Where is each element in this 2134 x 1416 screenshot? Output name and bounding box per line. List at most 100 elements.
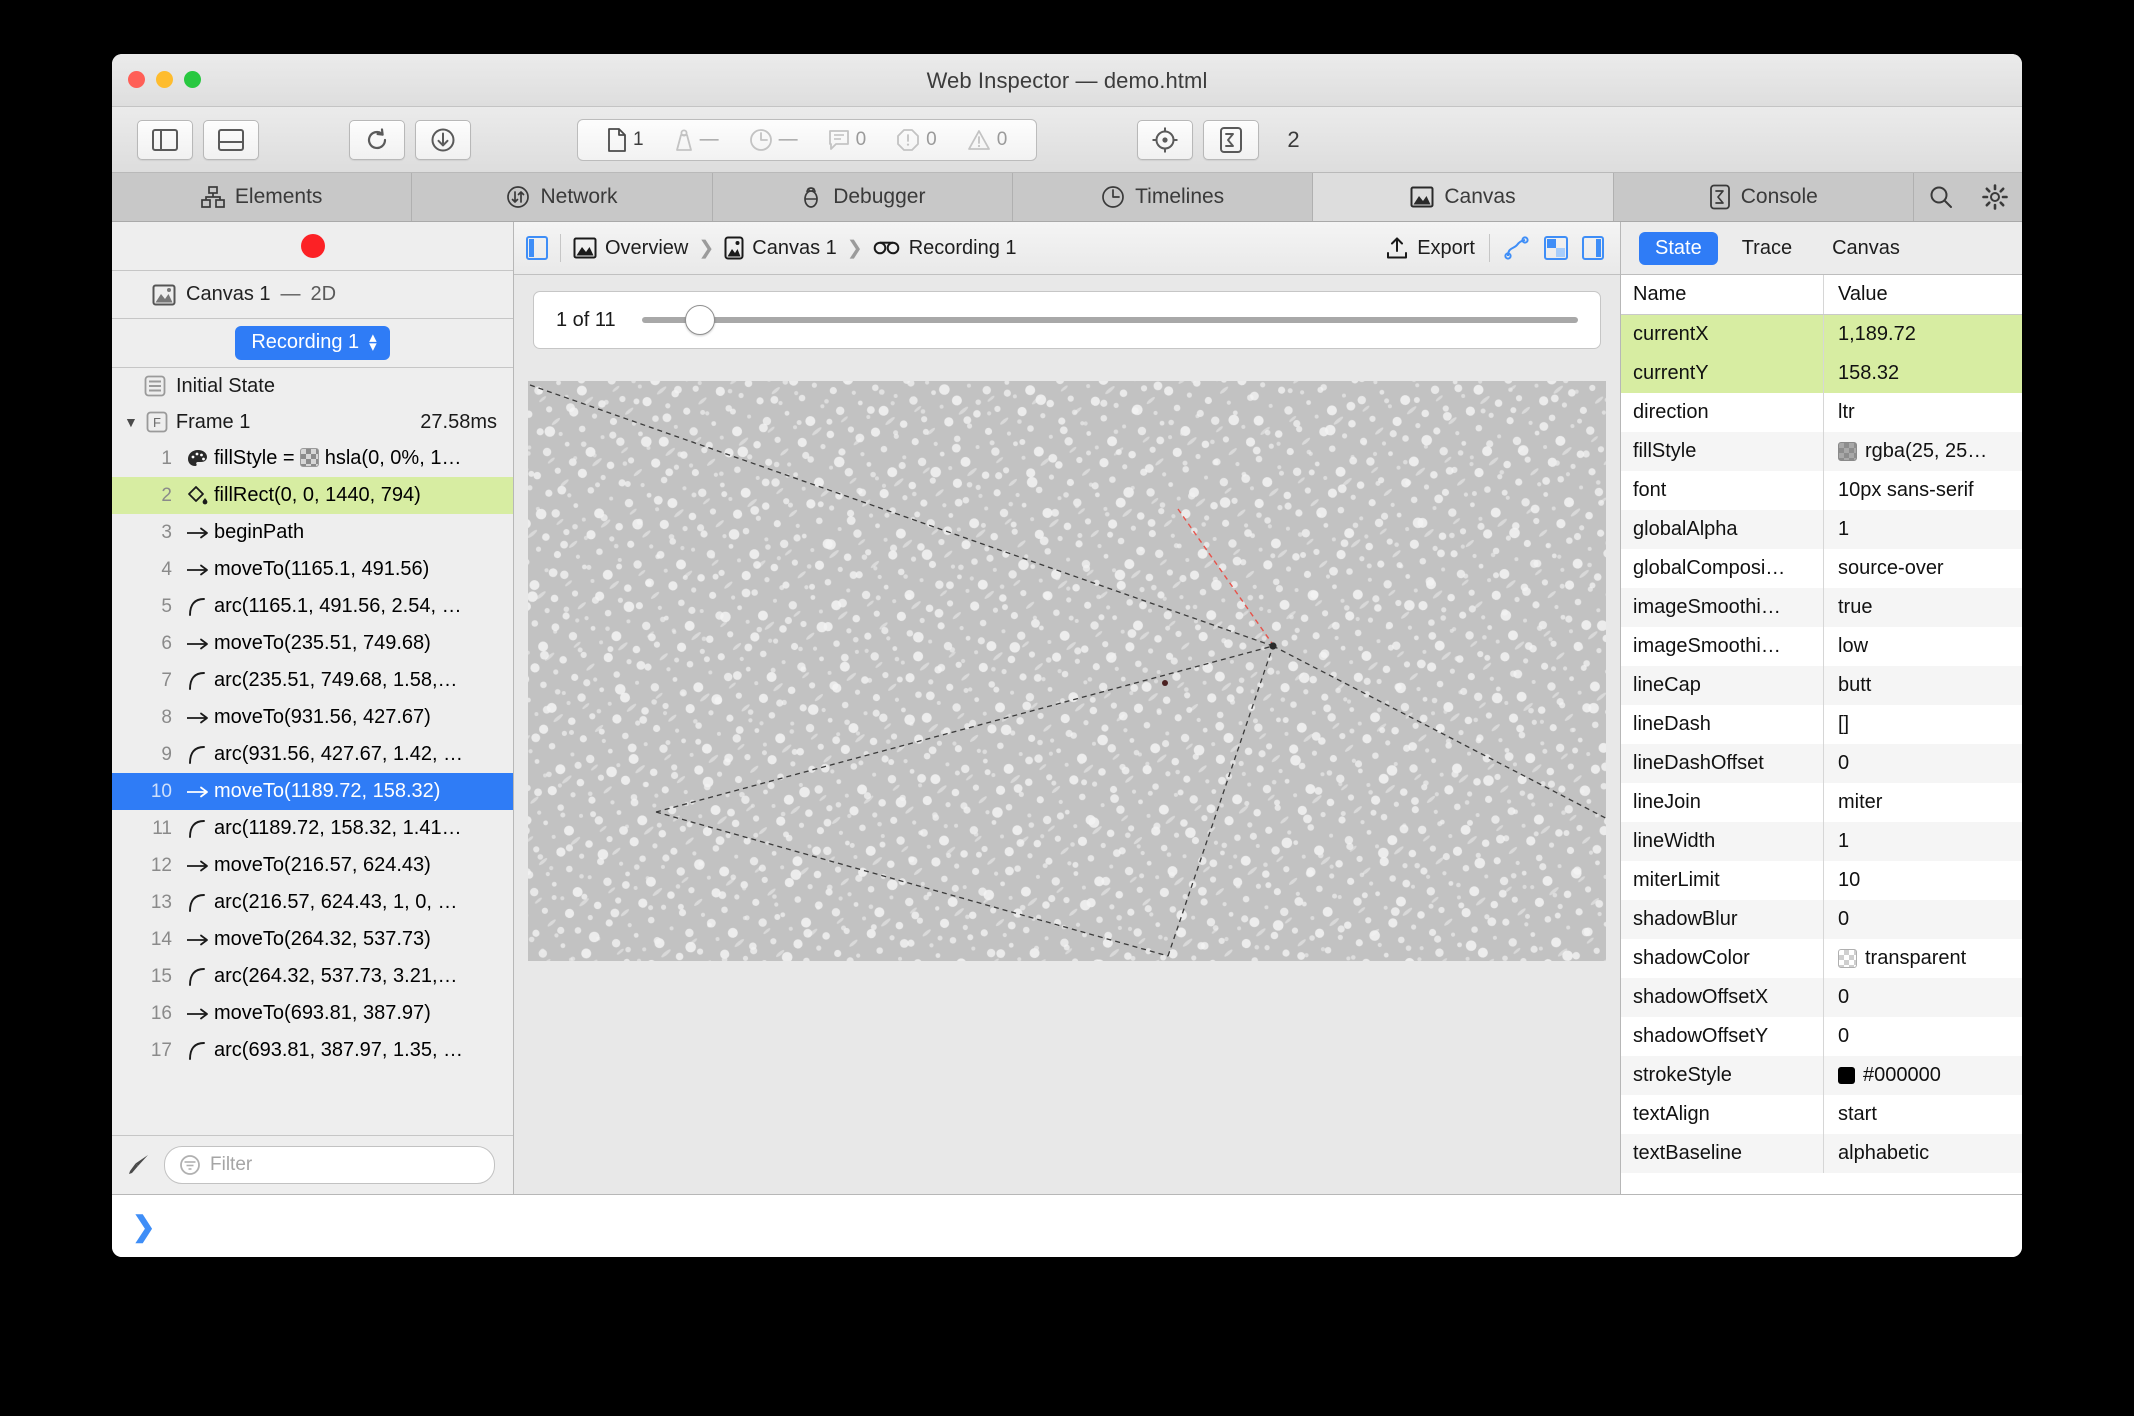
command-row[interactable]: 16 moveTo(693.81, 387.97) [112, 995, 513, 1032]
command-text: arc(235.51, 749.68, 1.58,… [214, 669, 458, 691]
tab-console[interactable]: Console [1613, 173, 1913, 221]
table-row[interactable]: shadowColor transparent [1621, 939, 2022, 978]
table-row[interactable]: direction ltr [1621, 393, 2022, 432]
table-row[interactable]: lineWidth 1 [1621, 822, 2022, 861]
brush-icon[interactable] [126, 1152, 152, 1178]
settings-button[interactable] [1982, 184, 2008, 210]
canvas-content-area: Overview ❯ Canvas 1 ❯ Recording 1 Export… [514, 222, 1620, 1194]
command-row[interactable]: 8 moveTo(931.56, 427.67) [112, 699, 513, 736]
table-row[interactable]: imageSmoothi… low [1621, 627, 2022, 666]
color-swatch [300, 448, 320, 467]
tab-trace[interactable]: Trace [1726, 232, 1808, 265]
table-row[interactable]: globalAlpha 1 [1621, 510, 2022, 549]
command-row[interactable]: 7 arc(235.51, 749.68, 1.58,… [112, 662, 513, 699]
toggle-right-sidebar-button[interactable] [1582, 235, 1604, 261]
canvas-preview[interactable] [528, 381, 1606, 961]
download-page-button[interactable] [415, 119, 471, 160]
tab-canvas[interactable]: Canvas [1313, 173, 1614, 221]
stat-load-time[interactable]: — [734, 128, 813, 152]
command-row[interactable]: 13 arc(216.57, 624.43, 1, 0, … [112, 884, 513, 921]
column-header-value[interactable]: Value [1824, 275, 2022, 314]
palette-icon [182, 449, 214, 469]
state-name: miterLimit [1621, 861, 1824, 900]
table-row[interactable]: font 10px sans-serif [1621, 471, 2022, 510]
scrubber-track[interactable] [641, 305, 1578, 335]
breadcrumb-canvas-1[interactable]: Canvas 1 [724, 236, 837, 260]
clock-icon [749, 128, 772, 151]
sidebar-item-canvas-1[interactable]: Canvas 1 — 2D [112, 271, 513, 319]
frame-scrubber[interactable]: 1 of 11 [533, 291, 1601, 349]
state-name: fillStyle [1621, 432, 1824, 471]
toggle-left-panel-button[interactable] [526, 235, 548, 261]
table-row[interactable]: lineDashOffset 0 [1621, 744, 2022, 783]
command-row[interactable]: 1 fillStyle = hsla(0, 0%, 1… [112, 440, 513, 477]
console-drawer[interactable]: ❯ [112, 1194, 2022, 1257]
column-header-name[interactable]: Name [1621, 275, 1824, 314]
weight-icon [675, 129, 692, 151]
table-row[interactable]: globalComposi… source-over [1621, 549, 2022, 588]
state-name: currentX [1621, 315, 1824, 354]
table-row[interactable]: currentX 1,189.72 [1621, 315, 2022, 354]
arc-icon [182, 819, 214, 839]
command-row[interactable]: 9 arc(931.56, 427.67, 1.42, … [112, 736, 513, 773]
command-row[interactable]: 15 arc(264.32, 537.73, 3.21,… [112, 958, 513, 995]
table-row[interactable]: currentY 158.32 [1621, 354, 2022, 393]
reload-page-button[interactable] [349, 119, 405, 160]
toggle-bottom-drawer-button[interactable] [203, 119, 259, 160]
tab-timelines[interactable]: Timelines [1012, 173, 1314, 221]
command-row[interactable]: 3 beginPath [112, 514, 513, 551]
record-button[interactable] [300, 234, 325, 258]
command-row[interactable]: 4 moveTo(1165.1, 491.56) [112, 551, 513, 588]
show-path-button[interactable] [1504, 235, 1530, 261]
stat-resource-count[interactable]: 1 [592, 127, 659, 152]
disclosure-triangle-icon[interactable]: ▼ [124, 414, 138, 430]
breadcrumb-overview[interactable]: Overview [573, 237, 688, 260]
tab-network[interactable]: Network [412, 173, 713, 221]
show-grid-button[interactable] [1544, 235, 1568, 261]
tab-state[interactable]: State [1639, 231, 1718, 265]
scrubber-knob[interactable] [684, 305, 715, 335]
record-bar [112, 222, 513, 271]
command-row[interactable]: 6 moveTo(235.51, 749.68) [112, 625, 513, 662]
tab-canvas-info[interactable]: Canvas [1816, 232, 1916, 265]
recording-select[interactable]: Recording 1 ▴ ▾ [235, 326, 390, 360]
toggle-left-sidebar-button[interactable] [137, 119, 193, 160]
command-row[interactable]: 14 moveTo(264.32, 537.73) [112, 921, 513, 958]
command-row[interactable]: 11 arc(1189.72, 158.32, 1.41… [112, 810, 513, 847]
export-button[interactable]: Export [1385, 236, 1475, 260]
state-value: true [1838, 596, 1873, 618]
tree-item-initial-state[interactable]: Initial State [112, 368, 513, 404]
stat-warning-count[interactable]: 0 [952, 128, 1023, 152]
table-row[interactable]: fillStyle rgba(25, 25… [1621, 432, 2022, 471]
table-row[interactable]: imageSmoothi… true [1621, 588, 2022, 627]
filter-input[interactable]: Filter [164, 1146, 495, 1184]
tab-debugger[interactable]: Debugger [712, 173, 1013, 221]
breadcrumb-recording-1[interactable]: Recording 1 [873, 237, 1017, 260]
command-row-selected[interactable]: 10 moveTo(1189.72, 158.32) [112, 773, 513, 810]
inspect-element-button[interactable] [1137, 119, 1194, 160]
command-row[interactable]: 5 arc(1165.1, 491.56, 2.54, … [112, 588, 513, 625]
command-row[interactable]: 12 moveTo(216.57, 624.43) [112, 847, 513, 884]
table-row[interactable]: lineDash [] [1621, 705, 2022, 744]
table-row[interactable]: shadowBlur 0 [1621, 900, 2022, 939]
tree-item-frame-1[interactable]: ▼ F Frame 1 27.58ms [112, 404, 513, 440]
command-row[interactable]: 2 fillRect(0, 0, 1440, 794) [112, 477, 513, 514]
command-text: arc(216.57, 624.43, 1, 0, … [214, 891, 458, 913]
table-row[interactable]: textBaseline alphabetic [1621, 1134, 2022, 1173]
table-row[interactable]: lineCap butt [1621, 666, 2022, 705]
table-row[interactable]: shadowOffsetX 0 [1621, 978, 2022, 1017]
table-row[interactable]: shadowOffsetY 0 [1621, 1017, 2022, 1056]
command-row[interactable]: 17 arc(693.81, 387.97, 1.35, … [112, 1032, 513, 1069]
table-row[interactable]: strokeStyle #000000 [1621, 1056, 2022, 1095]
state-name: imageSmoothi… [1621, 627, 1824, 666]
tab-elements[interactable]: Elements [112, 173, 413, 221]
table-row[interactable]: textAlign start [1621, 1095, 2022, 1134]
table-row[interactable]: miterLimit 10 [1621, 861, 2022, 900]
table-row[interactable]: lineJoin miter [1621, 783, 2022, 822]
stat-resource-size[interactable]: — [659, 128, 734, 152]
list-icon [144, 375, 166, 397]
search-button[interactable] [1928, 184, 1954, 210]
stat-log-count[interactable]: 0 [813, 128, 882, 152]
toggle-console-button[interactable] [1203, 119, 1260, 160]
stat-error-count[interactable]: 0 [881, 128, 952, 152]
